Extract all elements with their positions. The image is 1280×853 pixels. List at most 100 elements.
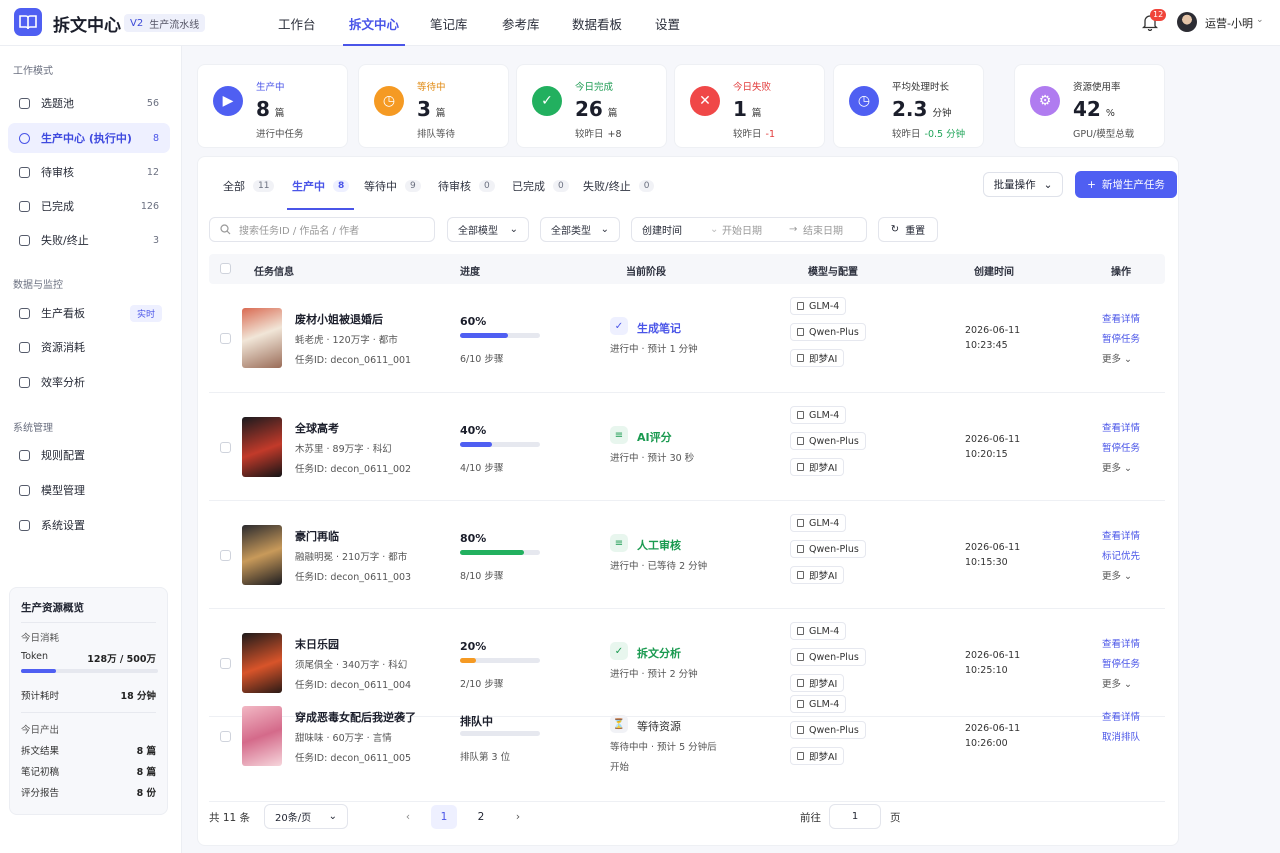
row-action-link[interactable]: 标记优先 — [1102, 548, 1140, 562]
sidebar-item-system-settings[interactable]: 系统设置 — [8, 510, 170, 540]
book-title[interactable]: 全球高考 — [295, 420, 339, 436]
sidebar-item-rule-config[interactable]: 规则配置 — [8, 440, 170, 470]
more-actions-button[interactable]: 更多 ⌄ — [1102, 568, 1132, 582]
row-action-link[interactable]: 查看详情 — [1102, 528, 1140, 542]
row-action-link[interactable]: 查看详情 — [1102, 636, 1140, 650]
row-checkbox[interactable] — [220, 550, 231, 561]
table-row[interactable]: 全球高考 木苏里 · 89万字 · 科幻 任务ID: decon_0611_002 4… — [209, 393, 1165, 501]
book-cover[interactable] — [242, 706, 282, 766]
stat-card: ✕ 今日失败 1 篇较昨日 -1 — [674, 64, 825, 148]
prev-page-button[interactable]: ‹ — [395, 805, 421, 829]
stat-card: ✓ 今日完成 26 篇较昨日 +8 — [516, 64, 667, 148]
type-select[interactable]: 全部类型 ⌄ — [540, 217, 620, 242]
sidebar-item-production-center[interactable]: 生产中心 (执行中) 8 — [8, 123, 170, 153]
batch-actions-button[interactable]: 批量操作 ⌄ — [983, 172, 1063, 197]
book-title[interactable]: 末日乐园 — [295, 636, 339, 652]
token-label: Token — [21, 651, 49, 662]
row-checkbox[interactable] — [220, 731, 231, 742]
next-page-button[interactable]: › — [505, 805, 531, 829]
tab-1[interactable]: 生产中 8 — [286, 171, 355, 210]
sidebar-item-failed[interactable]: 失败/终止 3 — [8, 225, 170, 255]
nav-notes[interactable]: 笔记库 — [430, 0, 468, 46]
end-date-input[interactable]: 结束日期 — [803, 222, 843, 237]
output-value: 8 篇 — [136, 767, 156, 778]
sidebar-item-label: 效率分析 — [41, 376, 85, 389]
sidebar-item-production-board[interactable]: 生产看板 实时 — [8, 298, 170, 328]
row-action-link[interactable]: 暂停任务 — [1102, 440, 1140, 454]
page-size-select[interactable]: 20条/页 ⌄ — [264, 804, 348, 829]
book-title[interactable]: 废材小姐被退婚后 — [295, 311, 383, 327]
nav-references[interactable]: 参考库 — [502, 0, 540, 46]
timer-icon — [19, 376, 30, 388]
model-icon — [797, 752, 804, 760]
sidebar-item-resource-usage[interactable]: 资源消耗 — [8, 332, 170, 362]
stat-card: ◷ 等待中 3 篇排队等待 — [358, 64, 509, 148]
tab-4[interactable]: 已完成 0 — [512, 171, 569, 201]
start-date-input[interactable]: 开始日期 — [722, 222, 762, 237]
eta-value: 18 分钟 — [120, 691, 156, 702]
model-select[interactable]: 全部模型 ⌄ — [447, 217, 529, 242]
table-row[interactable]: 废材小姐被退婚后 蚝老虎 · 120万字 · 都市 任务ID: decon_0611… — [209, 284, 1165, 393]
add-task-button[interactable]: + 新增生产任务 — [1075, 171, 1177, 198]
tab-2[interactable]: 等待中 9 — [364, 171, 421, 201]
row-action-link[interactable]: 暂停任务 — [1102, 331, 1140, 345]
nav-dashboard[interactable]: 数据看板 — [572, 0, 622, 46]
goto-page-input[interactable]: 1 — [829, 804, 881, 829]
sidebar-item-efficiency-analysis[interactable]: 效率分析 — [8, 367, 170, 397]
sidebar-item-count: 12 — [146, 166, 159, 178]
reset-button[interactable]: ↻ 重置 — [878, 217, 938, 242]
book-title[interactable]: 豪门再临 — [295, 528, 339, 544]
table-row[interactable]: 穿成恶毒女配后我逆袭了 甜味味 · 60万字 · 言情 任务ID: decon_06… — [209, 695, 1165, 802]
model-tag: GLM-4 — [790, 297, 847, 315]
app-logo[interactable] — [14, 8, 42, 36]
nav-settings[interactable]: 设置 — [655, 0, 680, 46]
table-row[interactable]: 豪门再临 融融明冕 · 210万字 · 都市 任务ID: decon_0611_00… — [209, 501, 1165, 609]
row-action-link[interactable]: 取消排队 — [1102, 729, 1140, 743]
row-action-link[interactable]: 查看详情 — [1102, 311, 1140, 325]
model-tag: GLM-4 — [790, 695, 847, 713]
row-action-link[interactable]: 暂停任务 — [1102, 656, 1140, 670]
sidebar-item-completed[interactable]: 已完成 126 — [8, 191, 170, 221]
section-title: 系统管理 — [13, 423, 53, 434]
book-cover[interactable] — [242, 633, 282, 693]
check-icon: ✓ — [532, 86, 562, 116]
book-cover[interactable] — [242, 308, 282, 368]
table-row[interactable]: 末日乐园 须尾俱全 · 340万字 · 科幻 任务ID: decon_0611_00… — [209, 609, 1165, 717]
tab-3[interactable]: 待审核 0 — [438, 171, 495, 201]
tab-0[interactable]: 全部 11 — [223, 171, 275, 201]
more-actions-button[interactable]: 更多 ⌄ — [1102, 351, 1132, 365]
page-2[interactable]: 2 — [468, 805, 494, 829]
nav-decon-center[interactable]: 拆文中心 — [342, 0, 406, 46]
model-tag: 即梦AI — [790, 674, 845, 692]
row-checkbox[interactable] — [220, 333, 231, 344]
chevron-down-icon[interactable]: ⌄ — [1256, 15, 1264, 25]
nav-workbench[interactable]: 工作台 — [278, 0, 316, 46]
book-cover[interactable] — [242, 417, 282, 477]
row-action-link[interactable]: 查看详情 — [1102, 709, 1140, 723]
search-input[interactable]: 搜索任务ID / 作品名 / 作者 — [209, 217, 435, 242]
book-cover[interactable] — [242, 525, 282, 585]
more-actions-button[interactable]: 更多 ⌄ — [1102, 460, 1132, 474]
book-title[interactable]: 穿成恶毒女配后我逆袭了 — [295, 709, 416, 725]
sidebar-item-label: 选题池 — [41, 97, 74, 110]
sidebar-item-label: 系统设置 — [41, 519, 85, 532]
time-select[interactable]: 创建时间 — [642, 222, 682, 237]
col-header: 操作 — [1111, 267, 1131, 278]
stat-value: 1篇 — [733, 97, 762, 121]
more-actions-button[interactable]: 更多 ⌄ — [1102, 676, 1132, 690]
row-checkbox[interactable] — [220, 442, 231, 453]
sidebar-item-model-management[interactable]: 模型管理 — [8, 475, 170, 505]
date-range-picker[interactable]: 创建时间 ⌄ 开始日期 → 结束日期 — [631, 217, 867, 242]
page-1[interactable]: 1 — [431, 805, 457, 829]
avatar[interactable] — [1177, 12, 1197, 32]
user-name[interactable]: 运营-小明 — [1205, 15, 1253, 31]
model-icon — [797, 545, 804, 553]
sidebar-item-count: 56 — [146, 97, 159, 109]
select-all-checkbox[interactable] — [220, 263, 231, 274]
tab-count: 0 — [553, 180, 569, 192]
sidebar-item-pending-review[interactable]: 待审核 12 — [8, 157, 170, 187]
row-checkbox[interactable] — [220, 658, 231, 669]
sidebar-item-topic-pool[interactable]: 选题池 56 — [8, 88, 170, 118]
row-action-link[interactable]: 查看详情 — [1102, 420, 1140, 434]
tab-5[interactable]: 失败/终止 0 — [583, 171, 655, 201]
